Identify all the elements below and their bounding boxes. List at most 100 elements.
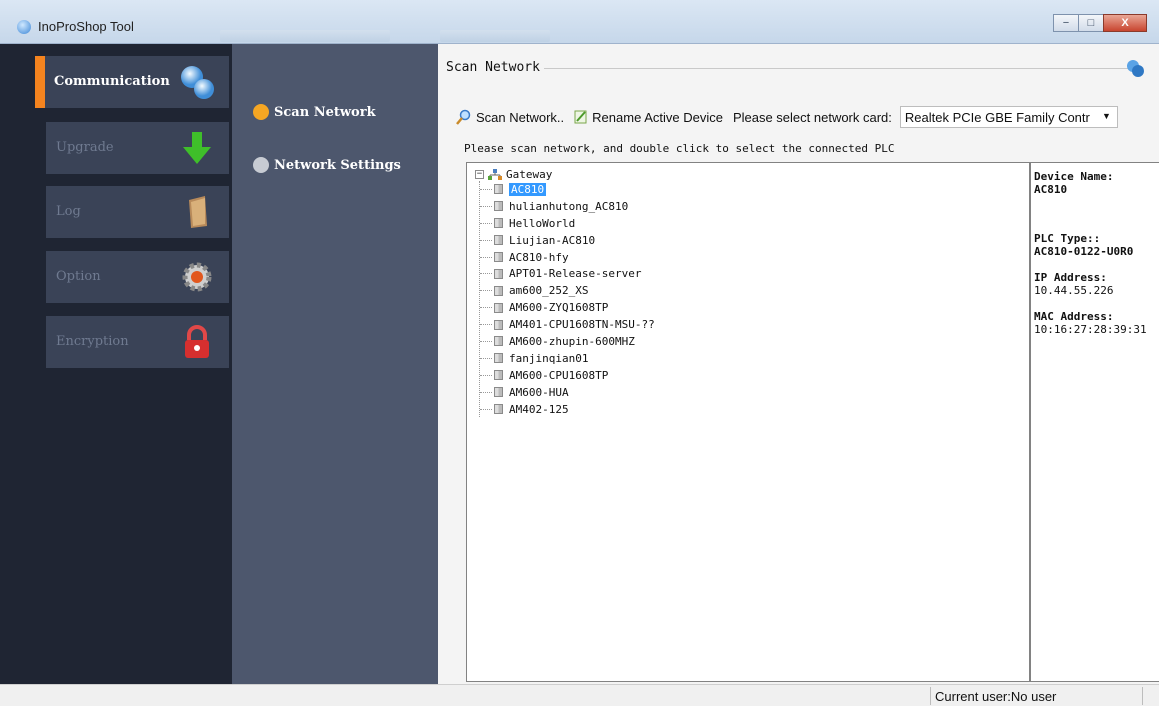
device-icon [494,370,503,381]
lock-icon [185,325,209,358]
device-icon [494,201,503,212]
group-divider [544,68,1131,69]
device-label: AM402-125 [509,402,569,416]
group-title: Scan Network [446,60,540,75]
submenu-label: Scan Network [274,104,376,120]
sub-menu: Scan Network Network Settings [232,44,438,684]
device-node[interactable]: AM401-CPU1608TN-MSU-?? [480,316,655,333]
nav-item-log[interactable]: Log [46,186,229,238]
device-info: Device Name: AC810 PLC Type:: AC810-0122… [1034,168,1147,336]
plc-type-value: AC810-0122-U0R0 [1034,245,1134,258]
current-user-status: Current user:No user [935,689,1057,704]
device-node[interactable]: AC810-hfy [480,249,655,266]
maximize-button[interactable]: □ [1078,14,1104,32]
device-label: AM600-CPU1608TP [509,368,609,382]
mac-address-label: MAC Address: [1034,310,1114,323]
tree-root-gateway[interactable]: − Gateway [475,168,655,181]
device-icon [494,285,503,296]
active-dot-icon [253,104,269,120]
device-icon [494,319,503,330]
chevron-down-icon: ▼ [1101,111,1111,121]
device-node[interactable]: hulianhutong_AC810 [480,198,655,215]
device-icon [494,336,503,347]
nav-label: Option [56,269,101,284]
nav-item-communication[interactable]: Communication [35,56,229,108]
background-window-tab [220,30,390,42]
device-node[interactable]: fanjinqian01 [480,350,655,367]
minimize-button[interactable]: − [1053,14,1079,32]
inactive-dot-icon [253,157,269,173]
device-label: AC810-hfy [509,250,569,264]
device-label: am600_252_XS [509,284,589,298]
device-label: AM401-CPU1608TN-MSU-?? [509,318,655,332]
device-node[interactable]: am600_252_XS [480,282,655,299]
device-label: AM600-ZYQ1608TP [509,301,609,315]
submenu-item-scan-network[interactable]: Scan Network [253,104,376,120]
scan-network-button[interactable]: Scan Network.. [456,109,564,125]
device-icon [494,404,503,415]
device-icon [494,268,503,279]
nav-item-option[interactable]: Option [46,251,229,303]
device-label: Liujian-AC810 [509,233,596,247]
device-label: hulianhutong_AC810 [509,199,629,213]
device-node[interactable]: HelloWorld [480,215,655,232]
network-card-label: Please select network card: [732,109,892,125]
nav-item-upgrade[interactable]: Upgrade [46,122,229,174]
submenu-item-network-settings[interactable]: Network Settings [253,157,401,173]
collapse-icon[interactable]: − [475,170,484,179]
scan-network-panel: Scan Network Scan Network.. Rename Activ… [438,44,1159,684]
nav-label: Encryption [56,334,129,349]
rename-active-device-label: Rename Active Device [592,109,723,125]
nav-label: Communication [54,74,170,89]
gateway-icon [488,168,502,180]
ip-address-label: IP Address: [1034,271,1107,284]
device-icon [494,235,503,246]
device-node[interactable]: AM600-ZYQ1608TP [480,299,655,316]
device-icon [494,387,503,398]
tree-root-label: Gateway [506,168,553,181]
device-node[interactable]: AM600-HUA [480,384,655,401]
device-node[interactable]: APT01-Release-server [480,265,655,282]
status-divider [930,687,931,705]
device-node[interactable]: AC810 [480,181,655,198]
device-node[interactable]: AM402-125 [480,401,655,418]
search-icon [456,109,471,125]
app-logo-icon [17,20,31,34]
plc-type-label: PLC Type:: [1034,232,1101,245]
close-button[interactable]: X [1103,14,1147,32]
device-node[interactable]: AM600-zhupin-600MHZ [480,333,655,350]
device-name-label: Device Name: [1034,170,1114,183]
device-tree-view[interactable]: − Gateway AC810 hulianhutong_AC810 Hello… [466,162,1030,682]
book-icon [189,196,207,228]
toolbar: Scan Network.. Rename Active Device Plea… [456,106,1118,128]
device-label: HelloWorld [509,216,576,230]
device-label: AM600-HUA [509,385,569,399]
device-node[interactable]: Liujian-AC810 [480,232,655,249]
device-icon [494,302,503,313]
device-icon [494,218,503,229]
scan-hint-text: Please scan network, and double click to… [464,142,895,155]
download-arrow-icon [183,132,211,164]
nav-label: Upgrade [56,140,114,155]
device-icon [494,252,503,262]
network-card-select[interactable]: Realtek PCIe GBE Family Contr ▼ [899,106,1118,128]
device-label: AC810 [509,182,547,196]
main-navigation: Communication Upgrade Log Option Encrypt… [0,44,232,684]
title-bar: InoProShop Tool − □ X [0,0,1159,44]
device-label: fanjinqian01 [509,351,589,365]
nav-item-encryption[interactable]: Encryption [46,316,229,368]
scan-network-label: Scan Network.. [476,109,565,125]
device-info-panel: Device Name: AC810 PLC Type:: AC810-0122… [1030,162,1159,682]
communication-icon [181,66,214,99]
device-label: APT01-Release-server [509,267,642,281]
rename-active-device-button[interactable]: Rename Active Device [574,109,723,125]
device-node[interactable]: AM600-CPU1608TP [480,367,655,384]
rename-icon [574,110,587,124]
device-icon [494,184,503,195]
network-card-value: Realtek PCIe GBE Family Contr [904,109,1090,125]
device-icon [494,353,503,364]
window-controls: − □ X [1053,14,1147,32]
nav-label: Log [56,204,81,219]
device-tree: − Gateway AC810 hulianhutong_AC810 Hello… [475,168,655,418]
window-title: InoProShop Tool [38,19,134,34]
